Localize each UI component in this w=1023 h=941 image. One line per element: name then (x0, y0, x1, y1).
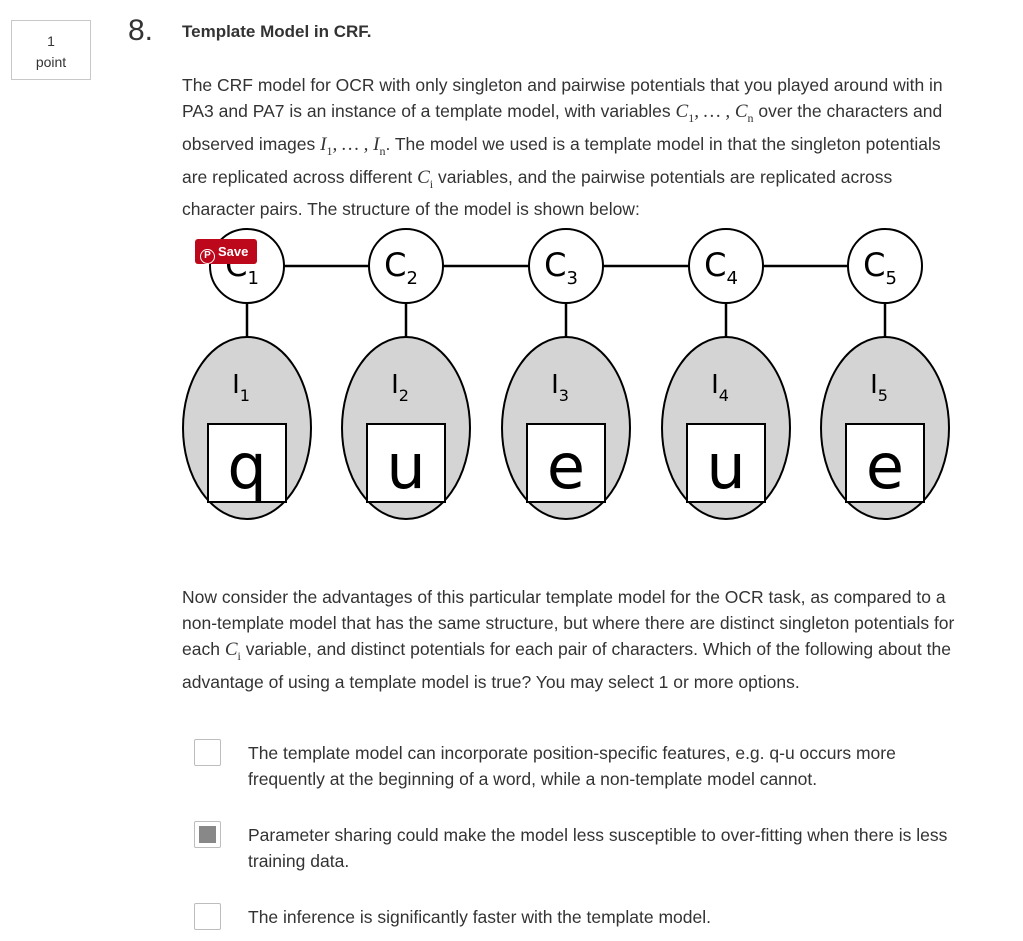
option-label: The template model can incorporate posit… (248, 743, 896, 789)
math-ci: Ci (224, 639, 241, 663)
handwritten-char: u (706, 430, 745, 503)
points-value: 1 (47, 33, 55, 49)
option-checkbox[interactable] (194, 821, 221, 848)
question-number: 8. (128, 14, 154, 47)
question-intro: The CRF model for OCR with only singleto… (182, 75, 943, 220)
option-label: The inference is significantly faster wi… (248, 907, 711, 927)
crf-model-diagram: C1I1qC2I2uC3I3eC4I4uC5I5e (182, 228, 950, 520)
option-checkbox[interactable] (194, 903, 221, 930)
option-label: Parameter sharing could make the model l… (248, 825, 948, 871)
option-checkbox[interactable] (194, 739, 221, 766)
handwritten-char: e (866, 430, 904, 503)
points-box: 1 point (11, 20, 91, 80)
math-i-range: I1, … , In (320, 133, 386, 158)
handwritten-char: u (386, 430, 425, 503)
pinterest-save-button[interactable]: P Save (195, 239, 257, 264)
question-followup: Now consider the advantages of this part… (182, 587, 955, 692)
question-title: Template Model in CRF. (182, 22, 372, 41)
math-c-range: C1, … , Cn (675, 101, 754, 125)
handwritten-char: e (547, 430, 585, 503)
pinterest-icon: P (200, 249, 215, 264)
points-label: point (35, 54, 67, 70)
math-ci: Ci (417, 166, 434, 191)
handwritten-char: q (227, 430, 266, 503)
